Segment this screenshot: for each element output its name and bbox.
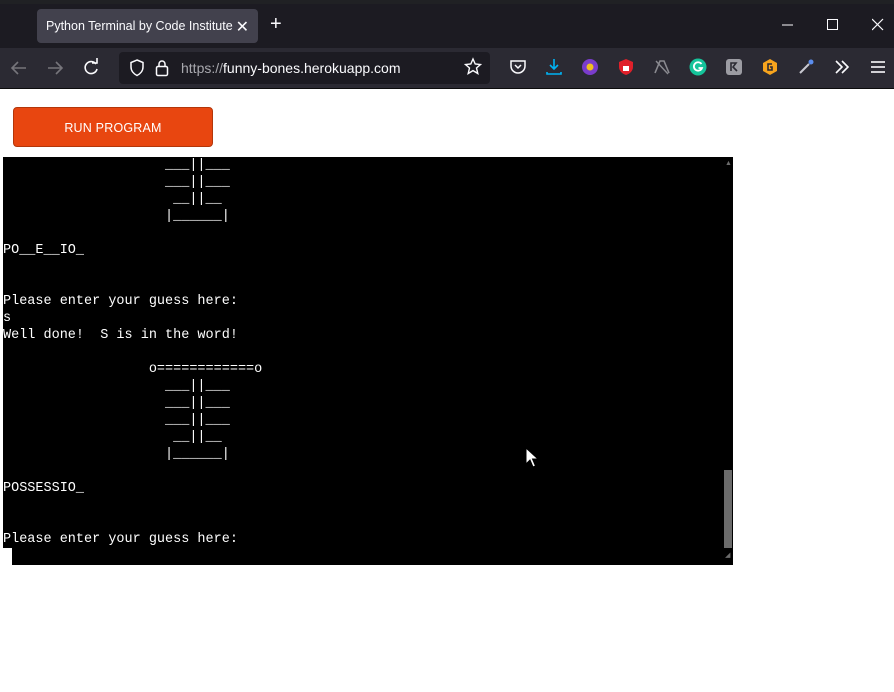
- close-window-button[interactable]: [871, 14, 884, 40]
- forward-icon: [48, 61, 64, 75]
- terminal-corner: [3, 548, 12, 565]
- terminal-line: ___||___: [3, 396, 230, 411]
- terminal-line: ___||___: [3, 175, 230, 190]
- terminal-line: Well done! S is in the word!: [3, 328, 238, 343]
- download-icon[interactable]: [545, 58, 563, 76]
- back-button[interactable]: [10, 57, 28, 84]
- url-host: funny-bones.herokuapp.com: [223, 60, 401, 76]
- minimize-window-button[interactable]: [782, 14, 794, 40]
- terminal-line: ___||___: [3, 158, 230, 173]
- overflow-chevron-icon[interactable]: [833, 58, 851, 76]
- minimize-icon: [782, 24, 793, 26]
- menu-icon[interactable]: [869, 58, 887, 76]
- address-bar[interactable]: https://funny-bones.herokuapp.com: [119, 52, 490, 84]
- extension-red-lock-icon[interactable]: [617, 58, 635, 76]
- scroll-up-arrow-icon[interactable]: ▲: [725, 160, 732, 167]
- extension-purple-icon[interactable]: [581, 58, 599, 76]
- terminal-line: ___||___: [3, 379, 230, 394]
- shield-icon[interactable]: [129, 59, 145, 82]
- terminal-line: Please enter your guess here:: [3, 294, 238, 309]
- reload-button[interactable]: [82, 57, 100, 84]
- browser-titlebar: Python Terminal by Code Institute ✕ +: [0, 0, 894, 48]
- terminal-scrollbar[interactable]: ▲ ◢: [723, 157, 733, 565]
- back-icon: [10, 61, 26, 75]
- terminal-line: POSSESSIO_: [3, 481, 85, 496]
- mouse-pointer-icon: [525, 446, 540, 474]
- terminal-line: |______|: [3, 209, 230, 224]
- resize-grip-icon[interactable]: ◢: [725, 552, 731, 559]
- run-program-button[interactable]: RUN PROGRAM: [13, 107, 213, 147]
- terminal-line: s: [3, 311, 12, 326]
- bookmark-star-icon[interactable]: [463, 57, 483, 83]
- terminal-line: PO__E__IO_: [3, 243, 85, 258]
- terminal-output: ___||___ ___||___ __||__ |______| PO__E__…: [3, 157, 262, 548]
- close-icon: [871, 18, 884, 31]
- maximize-icon: [827, 19, 838, 30]
- browser-tab-active[interactable]: Python Terminal by Code Institute ✕: [37, 9, 258, 43]
- extension-orange-icon[interactable]: [761, 58, 779, 76]
- maximize-window-button[interactable]: [827, 14, 839, 40]
- new-tab-button[interactable]: +: [270, 14, 282, 34]
- terminal-line: __||__: [3, 430, 222, 445]
- grammarly-icon[interactable]: [689, 58, 707, 76]
- terminal-line: ___||___: [3, 413, 230, 428]
- terminal-line: o============o: [3, 362, 263, 377]
- browser-navbar: https://funny-bones.herokuapp.com: [0, 48, 894, 89]
- eyedropper-icon[interactable]: [797, 58, 815, 76]
- url-text[interactable]: https://funny-bones.herokuapp.com: [181, 60, 400, 76]
- url-scheme: https://: [181, 60, 224, 76]
- scrollbar-thumb[interactable]: [724, 470, 732, 548]
- titlebar-top-strip: [0, 0, 894, 4]
- extension-gray-icon[interactable]: [653, 58, 671, 76]
- tab-close-icon[interactable]: ✕: [236, 17, 249, 37]
- forward-button[interactable]: [46, 57, 64, 84]
- extension-square-icon[interactable]: [725, 58, 743, 76]
- terminal-line: __||__: [3, 192, 222, 207]
- tab-title: Python Terminal by Code Institute: [46, 19, 233, 33]
- terminal-line: Please enter your guess here:: [3, 532, 238, 547]
- pocket-icon[interactable]: [509, 58, 527, 76]
- terminal-line: |______|: [3, 447, 230, 462]
- lock-icon[interactable]: [155, 59, 169, 82]
- reload-icon: [84, 58, 98, 75]
- terminal[interactable]: ___||___ ___||___ __||__ |______| PO__E__…: [3, 157, 733, 565]
